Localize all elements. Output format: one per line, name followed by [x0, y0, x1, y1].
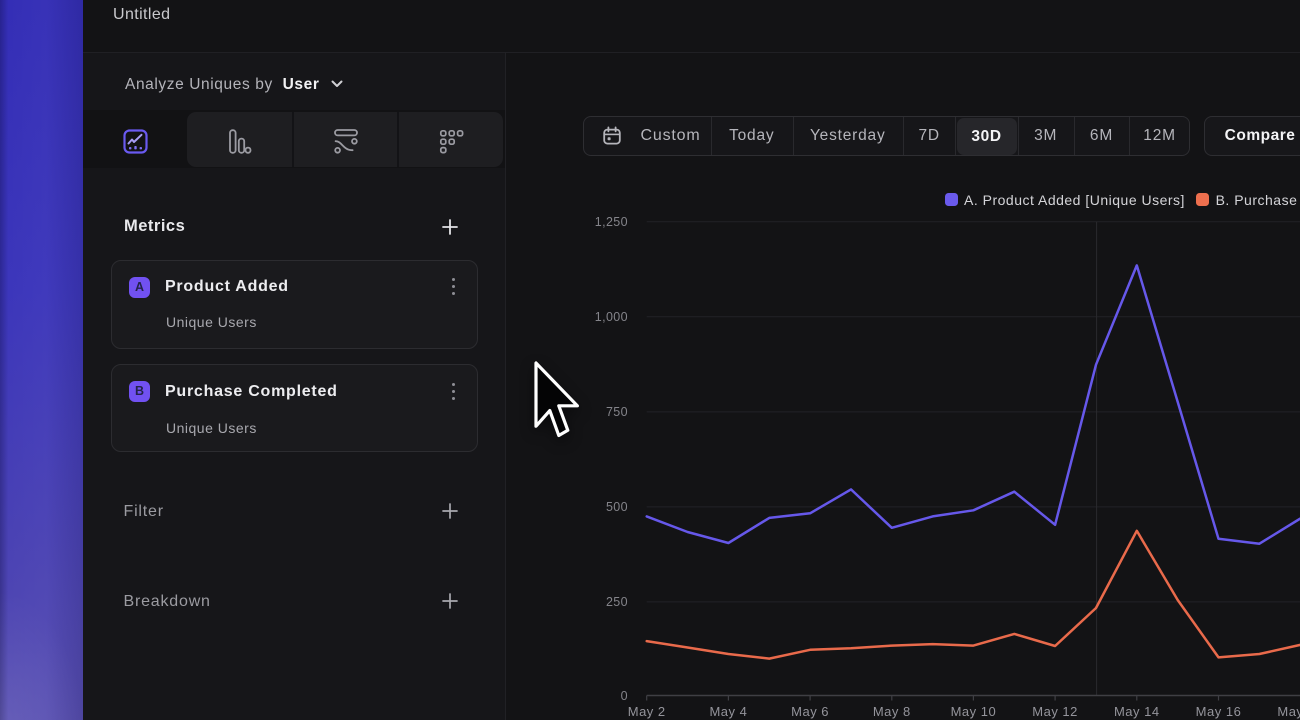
svg-text:May 14: May 14 [1114, 704, 1160, 719]
svg-text:May 4: May 4 [709, 704, 747, 719]
svg-text:0: 0 [621, 689, 628, 703]
svg-text:May 18: May 18 [1277, 704, 1300, 719]
svg-text:May 2: May 2 [628, 704, 666, 719]
svg-text:500: 500 [606, 500, 628, 514]
svg-text:May 10: May 10 [951, 704, 997, 719]
svg-text:May 8: May 8 [873, 704, 911, 719]
svg-text:750: 750 [606, 405, 628, 419]
svg-text:1,250: 1,250 [595, 215, 628, 229]
svg-text:May 12: May 12 [1032, 704, 1078, 719]
svg-text:250: 250 [606, 595, 628, 609]
svg-text:May 16: May 16 [1196, 704, 1242, 719]
svg-text:May 6: May 6 [791, 704, 829, 719]
svg-text:1,000: 1,000 [595, 310, 628, 324]
